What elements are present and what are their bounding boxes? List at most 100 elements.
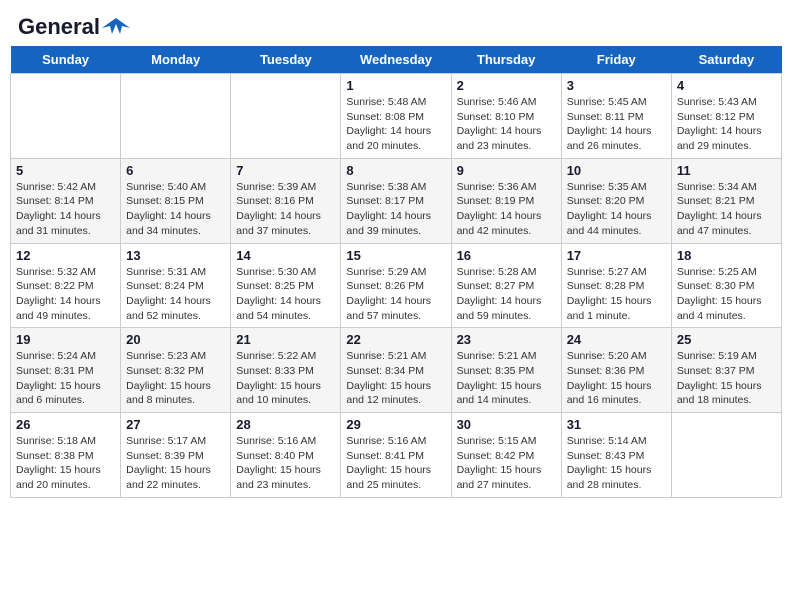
day-number: 20 [126,332,225,347]
calendar-cell [671,413,781,498]
day-info: Sunrise: 5:21 AMSunset: 8:35 PMDaylight:… [457,349,556,408]
calendar-cell: 5 Sunrise: 5:42 AMSunset: 8:14 PMDaylight… [11,158,121,243]
day-info: Sunrise: 5:38 AMSunset: 8:17 PMDaylight:… [346,180,445,239]
page-header: General [10,10,782,38]
day-info: Sunrise: 5:30 AMSunset: 8:25 PMDaylight:… [236,265,335,324]
day-number: 29 [346,417,445,432]
day-info: Sunrise: 5:34 AMSunset: 8:21 PMDaylight:… [677,180,776,239]
day-info: Sunrise: 5:28 AMSunset: 8:27 PMDaylight:… [457,265,556,324]
calendar-cell: 15 Sunrise: 5:29 AMSunset: 8:26 PMDayligh… [341,243,451,328]
calendar-cell: 3 Sunrise: 5:45 AMSunset: 8:11 PMDaylight… [561,74,671,159]
day-number: 31 [567,417,666,432]
calendar-cell: 14Sunrise: 5:30 AMSunset: 8:25 PMDayligh… [231,243,341,328]
day-number: 1 [346,78,445,93]
calendar-cell: 25Sunrise: 5:19 AMSunset: 8:37 PMDayligh… [671,328,781,413]
day-info: Sunrise: 5:42 AMSunset: 8:14 PMDaylight:… [16,180,115,239]
calendar-header-row: SundayMondayTuesdayWednesdayThursdayFrid… [11,46,782,74]
day-info: Sunrise: 5:20 AMSunset: 8:36 PMDaylight:… [567,349,666,408]
day-info: Sunrise: 5:23 AMSunset: 8:32 PMDaylight:… [126,349,225,408]
day-number: 15 [346,248,445,263]
calendar-cell: 23 Sunrise: 5:21 AMSunset: 8:35 PMDayligh… [451,328,561,413]
day-info: Sunrise: 5:18 AMSunset: 8:38 PMDaylight:… [16,434,115,493]
day-number: 7 [236,163,335,178]
calendar-cell: 2 Sunrise: 5:46 AMSunset: 8:10 PMDaylight… [451,74,561,159]
day-info: Sunrise: 5:17 AMSunset: 8:39 PMDaylight:… [126,434,225,493]
calendar-cell: 18 Sunrise: 5:25 AMSunset: 8:30 PMDayligh… [671,243,781,328]
day-number: 21 [236,332,335,347]
calendar-cell [121,74,231,159]
logo: General [18,14,130,34]
day-info: Sunrise: 5:32 AMSunset: 8:22 PMDaylight:… [16,265,115,324]
calendar-cell: 17 Sunrise: 5:27 AMSunset: 8:28 PMDayligh… [561,243,671,328]
day-info: Sunrise: 5:27 AMSunset: 8:28 PMDaylight:… [567,265,666,324]
day-number: 30 [457,417,556,432]
calendar-cell: 20 Sunrise: 5:23 AMSunset: 8:32 PMDayligh… [121,328,231,413]
day-info: Sunrise: 5:16 AMSunset: 8:40 PMDaylight:… [236,434,335,493]
day-info: Sunrise: 5:14 AMSunset: 8:43 PMDaylight:… [567,434,666,493]
day-header-wednesday: Wednesday [341,46,451,74]
day-info: Sunrise: 5:45 AMSunset: 8:11 PMDaylight:… [567,95,666,154]
day-number: 26 [16,417,115,432]
day-number: 13 [126,248,225,263]
day-info: Sunrise: 5:43 AMSunset: 8:12 PMDaylight:… [677,95,776,154]
day-info: Sunrise: 5:16 AMSunset: 8:41 PMDaylight:… [346,434,445,493]
day-number: 5 [16,163,115,178]
day-number: 25 [677,332,776,347]
calendar-cell: 4Sunrise: 5:43 AMSunset: 8:12 PMDaylight… [671,74,781,159]
calendar-cell: 31 Sunrise: 5:14 AMSunset: 8:43 PMDayligh… [561,413,671,498]
calendar-cell: 19 Sunrise: 5:24 AMSunset: 8:31 PMDayligh… [11,328,121,413]
calendar-week-row: 5 Sunrise: 5:42 AMSunset: 8:14 PMDaylight… [11,158,782,243]
day-number: 9 [457,163,556,178]
calendar-cell: 21 Sunrise: 5:22 AMSunset: 8:33 PMDayligh… [231,328,341,413]
calendar-week-row: 12 Sunrise: 5:32 AMSunset: 8:22 PMDayligh… [11,243,782,328]
day-number: 2 [457,78,556,93]
calendar-cell: 26 Sunrise: 5:18 AMSunset: 8:38 PMDayligh… [11,413,121,498]
day-info: Sunrise: 5:25 AMSunset: 8:30 PMDaylight:… [677,265,776,324]
calendar-cell [11,74,121,159]
calendar-cell [231,74,341,159]
calendar-week-row: 1 Sunrise: 5:48 AMSunset: 8:08 PMDaylight… [11,74,782,159]
day-info: Sunrise: 5:35 AMSunset: 8:20 PMDaylight:… [567,180,666,239]
calendar-cell: 7 Sunrise: 5:39 AMSunset: 8:16 PMDaylight… [231,158,341,243]
day-header-friday: Friday [561,46,671,74]
day-number: 10 [567,163,666,178]
day-number: 11 [677,163,776,178]
logo-text-general: General [18,14,100,40]
day-info: Sunrise: 5:48 AMSunset: 8:08 PMDaylight:… [346,95,445,154]
day-number: 17 [567,248,666,263]
calendar-cell: 13 Sunrise: 5:31 AMSunset: 8:24 PMDayligh… [121,243,231,328]
calendar-cell: 11 Sunrise: 5:34 AMSunset: 8:21 PMDayligh… [671,158,781,243]
calendar-cell: 12 Sunrise: 5:32 AMSunset: 8:22 PMDayligh… [11,243,121,328]
day-info: Sunrise: 5:15 AMSunset: 8:42 PMDaylight:… [457,434,556,493]
day-number: 22 [346,332,445,347]
day-info: Sunrise: 5:22 AMSunset: 8:33 PMDaylight:… [236,349,335,408]
day-info: Sunrise: 5:21 AMSunset: 8:34 PMDaylight:… [346,349,445,408]
day-number: 12 [16,248,115,263]
calendar-cell: 29 Sunrise: 5:16 AMSunset: 8:41 PMDayligh… [341,413,451,498]
day-info: Sunrise: 5:36 AMSunset: 8:19 PMDaylight:… [457,180,556,239]
day-number: 19 [16,332,115,347]
calendar-cell: 27Sunrise: 5:17 AMSunset: 8:39 PMDayligh… [121,413,231,498]
day-number: 3 [567,78,666,93]
day-info: Sunrise: 5:29 AMSunset: 8:26 PMDaylight:… [346,265,445,324]
day-header-tuesday: Tuesday [231,46,341,74]
calendar-cell: 24Sunrise: 5:20 AMSunset: 8:36 PMDayligh… [561,328,671,413]
calendar-cell: 30 Sunrise: 5:15 AMSunset: 8:42 PMDayligh… [451,413,561,498]
day-number: 8 [346,163,445,178]
calendar-cell: 9 Sunrise: 5:36 AMSunset: 8:19 PMDaylight… [451,158,561,243]
day-number: 23 [457,332,556,347]
day-info: Sunrise: 5:24 AMSunset: 8:31 PMDaylight:… [16,349,115,408]
day-header-thursday: Thursday [451,46,561,74]
day-number: 16 [457,248,556,263]
day-header-sunday: Sunday [11,46,121,74]
calendar-cell: 22 Sunrise: 5:21 AMSunset: 8:34 PMDayligh… [341,328,451,413]
day-info: Sunrise: 5:46 AMSunset: 8:10 PMDaylight:… [457,95,556,154]
calendar-cell: 28Sunrise: 5:16 AMSunset: 8:40 PMDayligh… [231,413,341,498]
calendar-cell: 10 Sunrise: 5:35 AMSunset: 8:20 PMDayligh… [561,158,671,243]
day-info: Sunrise: 5:31 AMSunset: 8:24 PMDaylight:… [126,265,225,324]
day-header-monday: Monday [121,46,231,74]
day-info: Sunrise: 5:39 AMSunset: 8:16 PMDaylight:… [236,180,335,239]
calendar-cell: 1 Sunrise: 5:48 AMSunset: 8:08 PMDaylight… [341,74,451,159]
day-number: 18 [677,248,776,263]
calendar-cell: 16 Sunrise: 5:28 AMSunset: 8:27 PMDayligh… [451,243,561,328]
